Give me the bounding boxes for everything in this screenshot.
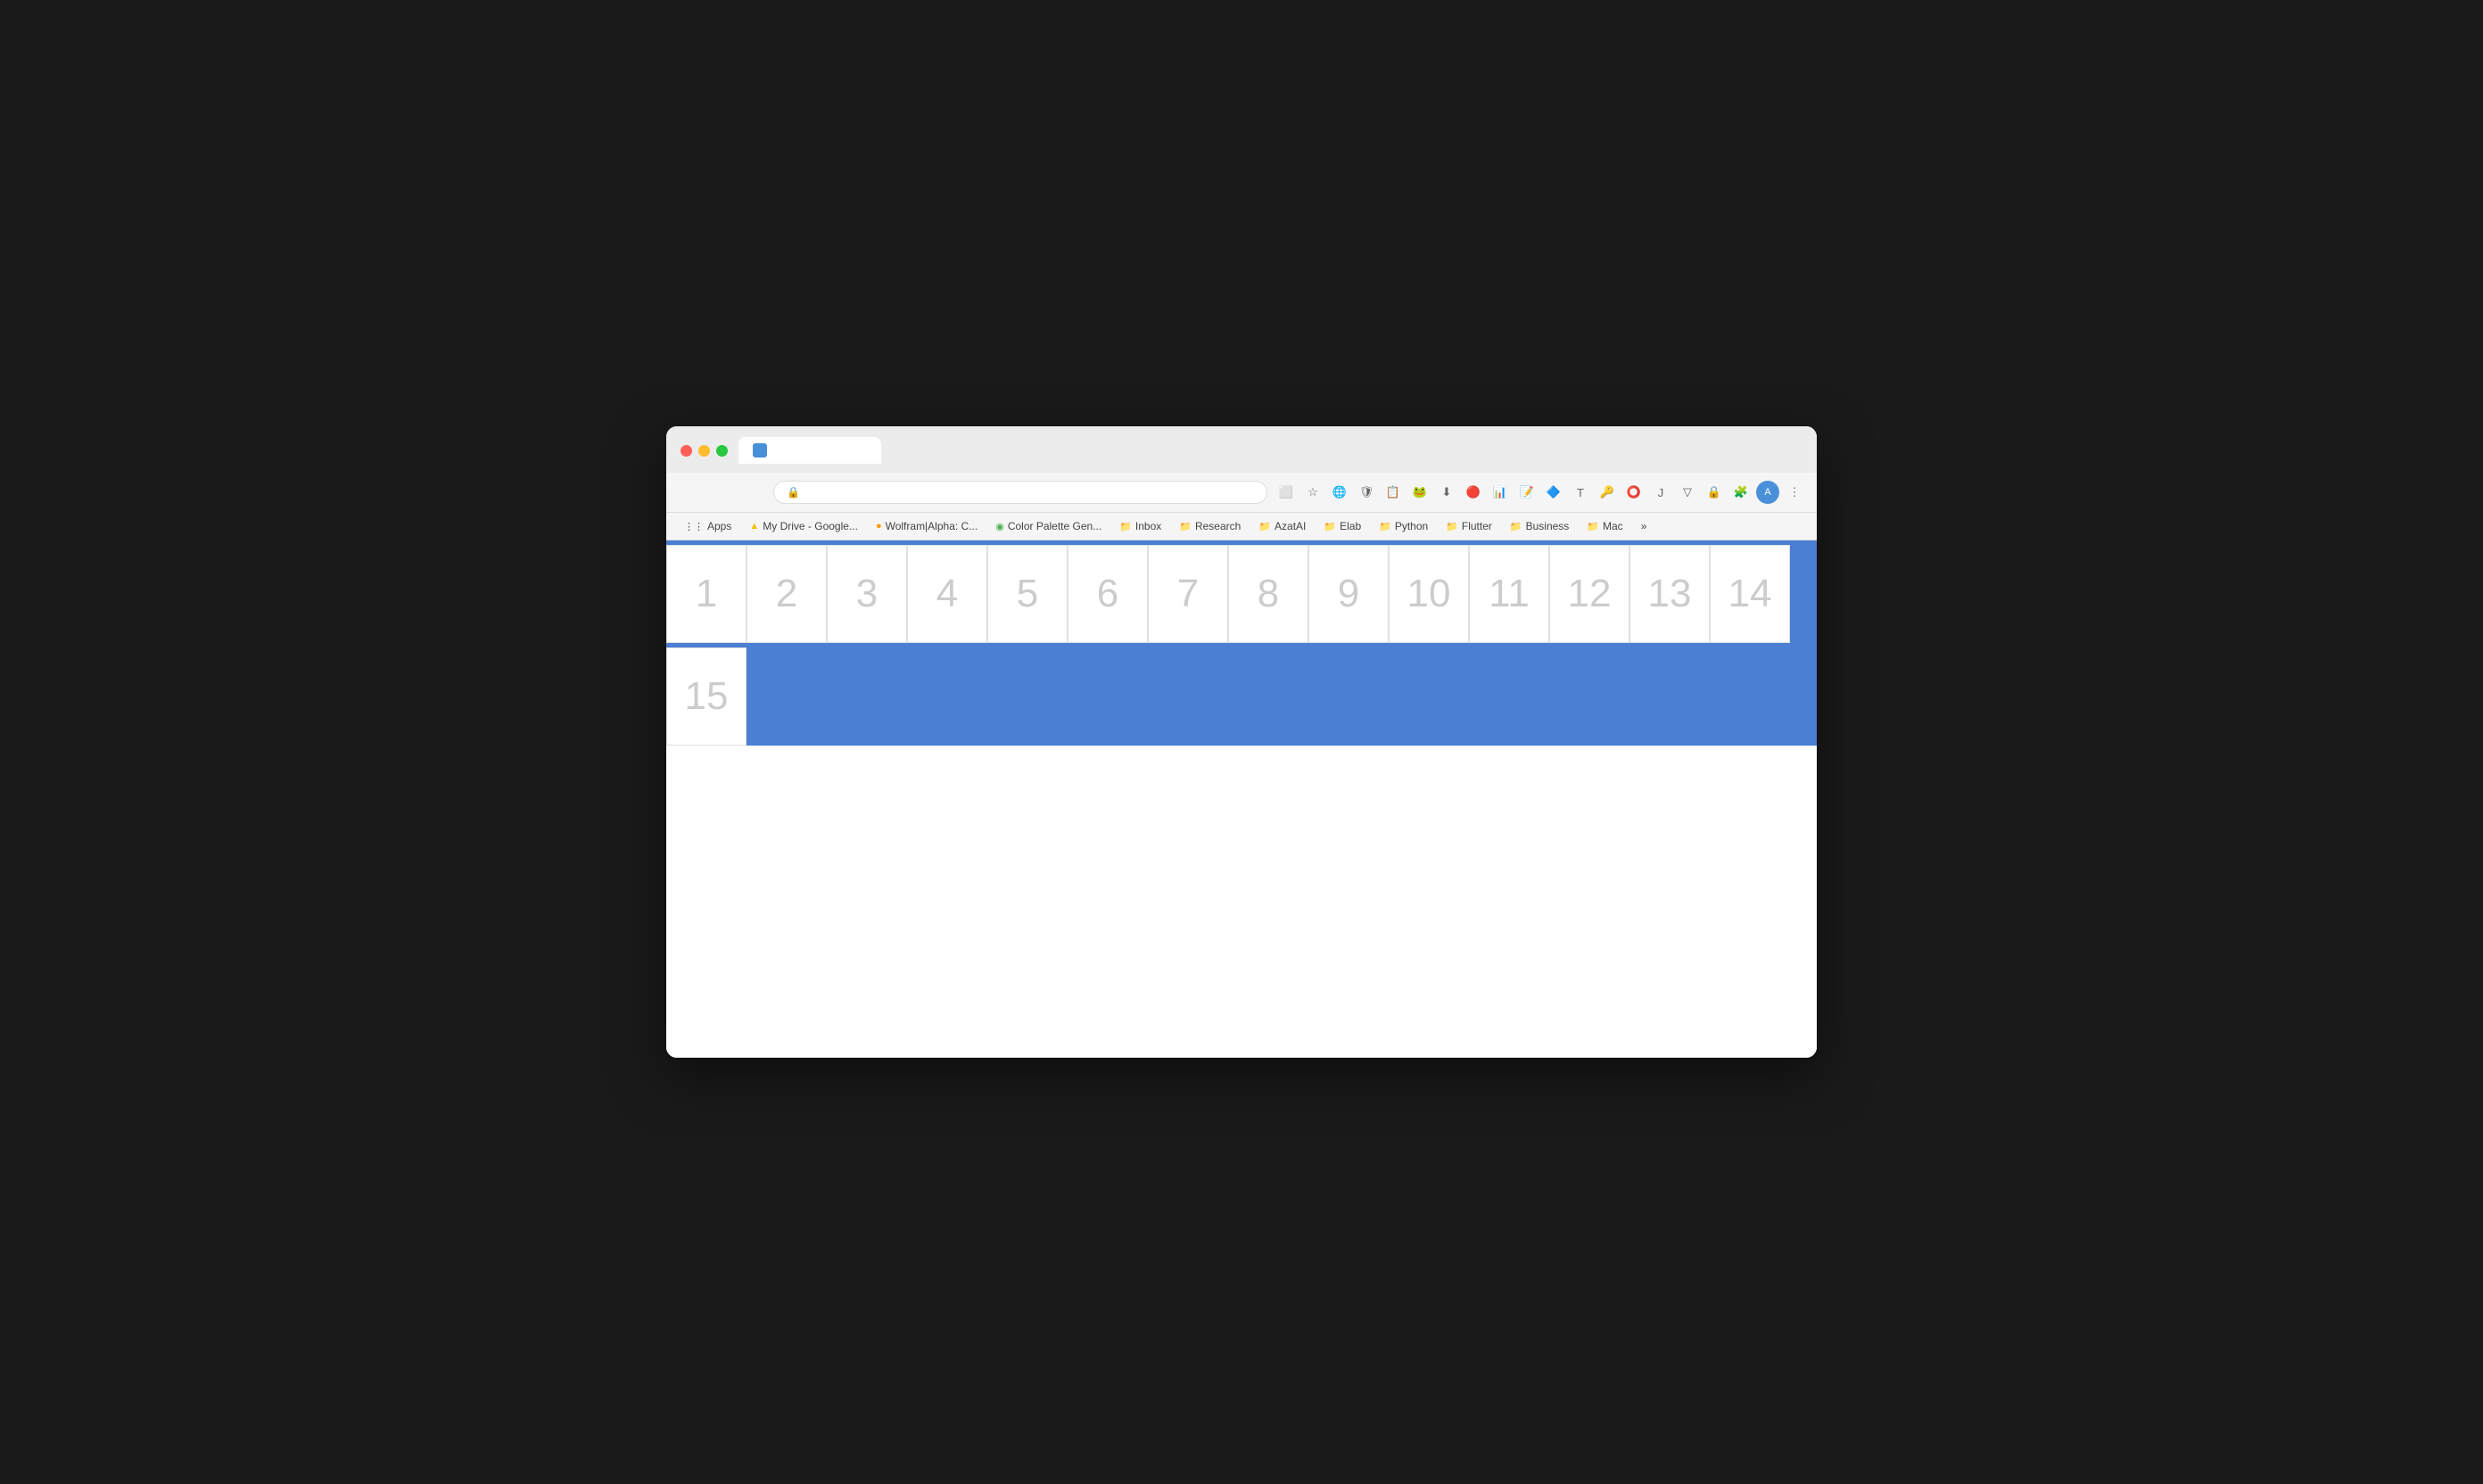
maximize-button[interactable] [716,445,728,457]
flex-item-8: 8 [1228,545,1308,643]
extension7-icon[interactable]: 📊 [1489,481,1512,504]
extension5-icon[interactable]: ⬇ [1435,481,1458,504]
flex-item-3: 3 [827,545,907,643]
avatar-icon[interactable]: A [1756,481,1779,504]
bookmark-color-label: Color Palette Gen... [1008,520,1101,532]
flex-item-12: 12 [1549,545,1629,643]
bookmark-research[interactable]: 📁 Research [1172,517,1248,535]
bookmark-elab-label: Elab [1340,520,1361,532]
bookmark-mac-label: Mac [1603,520,1623,532]
white-space [666,746,1817,1058]
flex-item-14: 14 [1710,545,1790,643]
security-icon: 🔒 [787,486,800,499]
bookmark-azatai[interactable]: 📁 AzatAI [1251,517,1313,535]
folder5-icon: 📁 [1379,521,1391,532]
folder6-icon: 📁 [1446,521,1458,532]
folder3-icon: 📁 [1258,521,1271,532]
translate-icon[interactable]: T [1569,481,1592,504]
active-tab[interactable] [738,437,881,464]
forward-button[interactable] [709,480,734,505]
flex-item-15: 15 [666,647,747,746]
close-button[interactable] [681,445,692,457]
tab-favicon [753,443,767,458]
folder4-icon: 📁 [1324,521,1336,532]
bookmark-research-label: Research [1195,520,1241,532]
folder-icon: 📁 [1119,521,1132,532]
flex-item-1: 1 [666,545,747,643]
bookmark-drive-label: My Drive - Google... [763,520,858,532]
more-label: » [1641,520,1647,532]
flex-item-5: 5 [987,545,1068,643]
extension11-icon[interactable]: ⭕ [1622,481,1646,504]
bookmarks-bar: ⋮⋮ Apps ▲ My Drive - Google... ● Wolfram… [666,513,1817,540]
minimize-button[interactable] [698,445,710,457]
extensions-icon[interactable]: 🧩 [1729,481,1753,504]
bookmark-mac[interactable]: 📁 Mac [1580,517,1629,535]
nav-icons: ⬜ ☆ 🌐 🛡 📋 🐸 ⬇ 🔴 📊 📝 🔷 T 🔑 ⭕ J ▽ 🔒 🧩 A ⋮ [1274,481,1806,504]
folder7-icon: 📁 [1510,521,1522,532]
bookmark-azatai-label: AzatAI [1274,520,1306,532]
folder2-icon: 📁 [1179,521,1192,532]
extension12-icon[interactable]: J [1649,481,1672,504]
flex-item-7: 7 [1148,545,1228,643]
bookmarks-more[interactable]: » [1634,517,1654,535]
bookmark-color[interactable]: ◉ Color Palette Gen... [988,517,1109,535]
cast-icon[interactable]: ⬜ [1274,481,1298,504]
extension1-icon[interactable]: 🌐 [1328,481,1351,504]
flex-item-6: 6 [1068,545,1148,643]
bookmark-business-label: Business [1526,520,1570,532]
bookmark-wolfram[interactable]: ● Wolfram|Alpha: C... [869,517,985,535]
refresh-button[interactable] [741,480,766,505]
bookmark-inbox[interactable]: 📁 Inbox [1112,517,1168,535]
bookmark-business[interactable]: 📁 Business [1503,517,1576,535]
extension3-icon[interactable]: 📋 [1382,481,1405,504]
flex-item-4: 4 [907,545,987,643]
back-button[interactable] [677,480,702,505]
bookmark-wolfram-label: Wolfram|Alpha: C... [886,520,978,532]
nav-bar: 🔒 ⬜ ☆ 🌐 🛡 📋 🐸 ⬇ 🔴 📊 📝 🔷 T 🔑 ⭕ J ▽ 🔒 🧩 A … [666,473,1817,513]
bookmark-flutter[interactable]: 📁 Flutter [1439,517,1499,535]
flex-item-2: 2 [747,545,827,643]
extension14-icon[interactable]: 🔒 [1703,481,1726,504]
wolfram-icon: ● [876,521,882,532]
title-bar [666,426,1817,473]
bookmark-python-label: Python [1395,520,1428,532]
extension10-icon[interactable]: 🔑 [1596,481,1619,504]
bookmark-apps-label: Apps [707,520,731,532]
traffic-lights [681,445,728,457]
bookmark-elab[interactable]: 📁 Elab [1316,517,1368,535]
folder8-icon: 📁 [1587,521,1599,532]
page-content: 123456789101112131415 [666,540,1817,1058]
flex-container: 123456789101112131415 [666,540,1817,746]
extension9-icon[interactable]: 🔷 [1542,481,1565,504]
flex-item-9: 9 [1308,545,1389,643]
bookmark-apps[interactable]: ⋮⋮ Apps [677,517,738,535]
drive-icon: ▲ [749,521,759,532]
color-icon: ◉ [995,521,1004,532]
bookmark-drive[interactable]: ▲ My Drive - Google... [742,517,865,535]
bookmark-flutter-label: Flutter [1462,520,1492,532]
extension13-icon[interactable]: ▽ [1676,481,1699,504]
flex-item-13: 13 [1629,545,1710,643]
apps-icon: ⋮⋮ [684,521,704,532]
flex-item-11: 11 [1469,545,1549,643]
bookmark-inbox-label: Inbox [1135,520,1161,532]
tab-bar [738,437,910,464]
new-tab-button[interactable] [885,438,910,463]
flex-item-10: 10 [1389,545,1469,643]
extension6-icon[interactable]: 🔴 [1462,481,1485,504]
bookmark-python[interactable]: 📁 Python [1372,517,1435,535]
menu-icon[interactable]: ⋮ [1783,481,1806,504]
title-bar-top [681,437,1802,464]
extension2-icon[interactable]: 🛡 [1355,481,1378,504]
extension8-icon[interactable]: 📝 [1515,481,1538,504]
extension4-icon[interactable]: 🐸 [1408,481,1431,504]
address-bar[interactable]: 🔒 [773,481,1267,504]
browser-window: 🔒 ⬜ ☆ 🌐 🛡 📋 🐸 ⬇ 🔴 📊 📝 🔷 T 🔑 ⭕ J ▽ 🔒 🧩 A … [666,426,1817,1058]
star-icon[interactable]: ☆ [1301,481,1324,504]
